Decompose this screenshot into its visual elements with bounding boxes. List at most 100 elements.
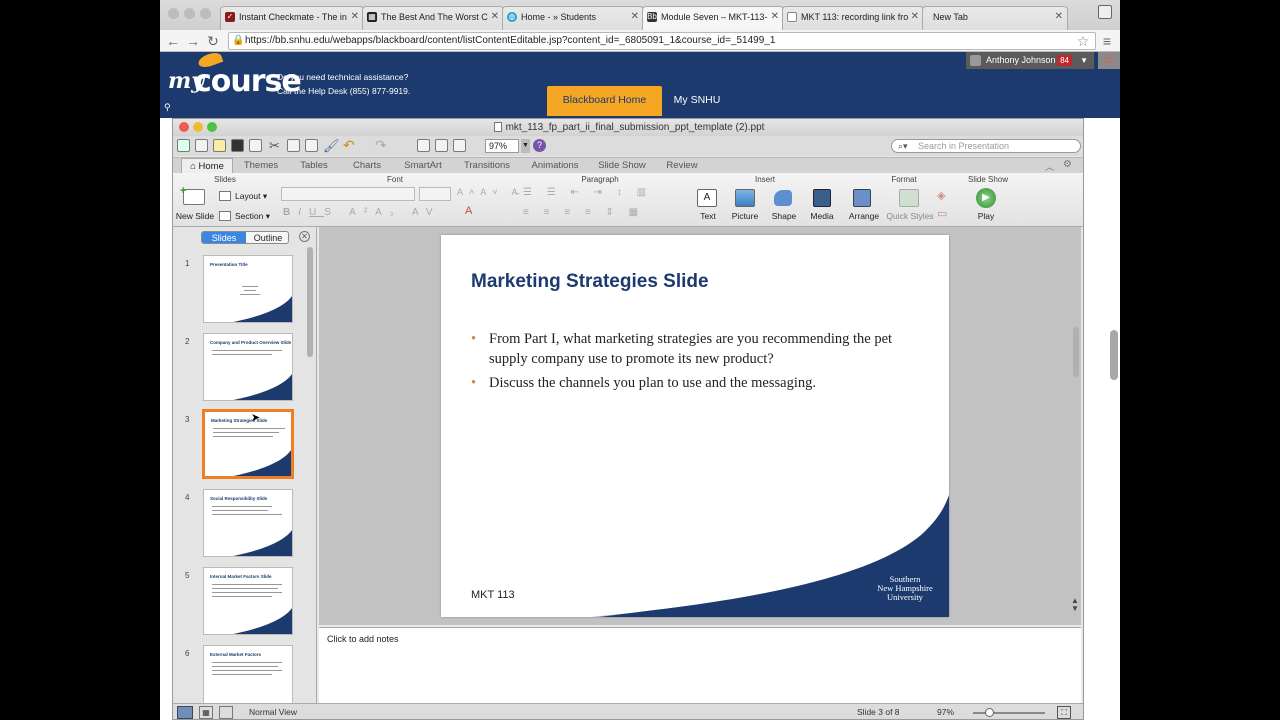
close-window-button[interactable] [179, 122, 189, 132]
new-document-icon[interactable] [177, 139, 190, 152]
close-tab-icon[interactable]: ✕ [911, 11, 919, 22]
slide-thumbnail-4[interactable]: Social Responsibility Slide [203, 489, 293, 557]
minimize-window-button[interactable] [184, 8, 195, 19]
collapse-ribbon-icon[interactable]: ︿ [1045, 160, 1054, 173]
list-indent-icons[interactable]: ☰ ☰ ⇤ ⇥ ↕ ▥ [523, 187, 683, 201]
tab-charts[interactable]: Charts [341, 158, 393, 174]
insert-shape-button[interactable]: Shape [767, 187, 801, 225]
fill-color-icon[interactable]: ◈ ▭ [937, 187, 947, 223]
tab-review[interactable]: Review [657, 158, 707, 174]
close-tab-icon[interactable]: ✕ [351, 11, 359, 22]
search-input[interactable]: ⌕▾ Search in Presentation [891, 139, 1081, 153]
zoom-slider-thumb[interactable] [985, 708, 994, 717]
gallery-icon[interactable] [435, 139, 448, 152]
play-button[interactable]: ▶ Play [969, 187, 1003, 225]
font-style-icons[interactable]: BIUS A²A₂ AV [283, 207, 441, 218]
link-icon[interactable]: ⚲ [164, 102, 171, 113]
insert-picture-button[interactable]: Picture [727, 187, 763, 225]
slide-bullet-2[interactable]: • Discuss the channels you plan to use an… [471, 373, 921, 393]
font-grow-shrink-icons[interactable]: A˄A˅ A̶ [457, 187, 524, 197]
section-button[interactable]: Section ▾ [219, 209, 279, 223]
close-tab-icon[interactable]: ✕ [1055, 11, 1063, 22]
tab-module-seven[interactable]: Bb Module Seven – MKT-113- ✕ [642, 6, 784, 30]
slide-footer[interactable]: MKT 113 [471, 589, 515, 601]
close-tab-icon[interactable]: ✕ [491, 11, 499, 22]
fit-to-window-icon[interactable]: ⛶ [1057, 706, 1071, 719]
tab-new-tab[interactable]: New Tab ✕ [922, 6, 1068, 30]
insert-table-icon[interactable] [417, 139, 430, 152]
slide-title[interactable]: Marketing Strategies Slide [471, 271, 709, 293]
print-icon[interactable] [249, 139, 262, 152]
slide-thumbnail-5[interactable]: Internal Market Factors Slide [203, 567, 293, 635]
logout-icon[interactable]: ⏻ [1098, 52, 1120, 69]
tab-animations[interactable]: Animations [523, 158, 587, 174]
zoom-slider[interactable] [973, 712, 1045, 714]
slide-thumbnail-2[interactable]: Company and Product Overview Slide [203, 333, 293, 401]
chevron-down-icon[interactable]: ▼ [521, 139, 530, 153]
toolbox-icon[interactable] [453, 139, 466, 152]
paste-icon[interactable] [305, 139, 318, 152]
help-icon[interactable]: ? [533, 139, 546, 152]
gear-icon[interactable]: ⚙ [1063, 159, 1072, 170]
tab-tables[interactable]: Tables [289, 158, 339, 174]
tab-transitions[interactable]: Transitions [455, 158, 519, 174]
my-snhu-tab[interactable]: My SNHU [665, 86, 729, 116]
font-name-select[interactable] [281, 187, 415, 201]
blackboard-home-tab[interactable]: Blackboard Home [547, 86, 662, 116]
prev-next-slide-icons[interactable]: ▲ ▼ [1071, 597, 1079, 613]
bookmark-star-icon[interactable]: ☆ [1074, 32, 1092, 50]
presenter-view-icon[interactable] [219, 706, 233, 719]
layout-button[interactable]: Layout ▾ [219, 189, 275, 203]
slide-thumbnail-1[interactable]: Presentation Title [203, 255, 293, 323]
redo-icon[interactable]: ↷ [375, 137, 387, 154]
arrange-button[interactable]: Arrange [845, 187, 881, 225]
new-slide-button[interactable]: + New Slide [176, 185, 214, 225]
quick-styles-button[interactable]: Quick Styles [885, 187, 935, 225]
close-window-button[interactable] [168, 8, 179, 19]
copy-icon[interactable] [287, 139, 300, 152]
tab-outline[interactable]: Outline [246, 232, 288, 243]
undo-icon[interactable]: ↶ [343, 137, 355, 154]
format-painter-icon[interactable]: 🖌 [323, 138, 340, 154]
insert-text-button[interactable]: A Text [693, 187, 723, 225]
cut-icon[interactable]: ✂ [269, 138, 280, 154]
notes-pane[interactable]: Click to add notes [319, 627, 1081, 703]
reload-icon[interactable]: ↻ [204, 32, 222, 50]
font-size-select[interactable] [419, 187, 451, 201]
font-color-icon[interactable]: A [465, 205, 472, 217]
address-bar[interactable]: 🔒 https://bb.snhu.edu/webapps/blackboard… [228, 32, 1096, 50]
tab-best-worst[interactable]: ▦ The Best And The Worst C ✕ [362, 6, 504, 30]
insert-media-button[interactable]: Media [805, 187, 839, 225]
tab-slides[interactable]: Slides [202, 232, 246, 243]
slide-scrollbar[interactable] [1073, 327, 1079, 377]
normal-view-icon[interactable] [177, 706, 193, 719]
slide-bullet-1[interactable]: • From Part I, what marketing strategies … [471, 329, 921, 369]
close-tab-icon[interactable]: ✕ [631, 11, 639, 22]
tab-smartart[interactable]: SmartArt [395, 158, 451, 174]
alignment-icons[interactable]: ≡ ≡ ≡ ≡ ⇕ ▦ [523, 207, 683, 221]
close-tab-icon[interactable]: ✕ [771, 11, 779, 22]
tab-instant-checkmate[interactable]: ✓ Instant Checkmate - The in ✕ [220, 6, 364, 30]
close-panel-icon[interactable]: ✕ [299, 231, 310, 242]
menu-hamburger-icon[interactable]: ≡ [1098, 32, 1116, 50]
forward-arrow-icon[interactable]: → [184, 32, 202, 50]
tab-home-students[interactable]: ◍ Home - » Students ✕ [502, 6, 644, 30]
profile-icon[interactable] [1098, 5, 1112, 19]
open-folder-icon[interactable] [213, 139, 226, 152]
notification-badge[interactable]: 84 [1057, 55, 1072, 66]
minimize-window-button[interactable] [193, 122, 203, 132]
tab-slide-show[interactable]: Slide Show [591, 158, 653, 174]
chevron-down-icon[interactable]: ▼ [1080, 52, 1088, 69]
zoom-window-button[interactable] [200, 8, 211, 19]
save-icon[interactable] [231, 139, 244, 152]
back-arrow-icon[interactable]: ← [164, 32, 182, 50]
zoom-window-button[interactable] [207, 122, 217, 132]
slide-thumbnail-3[interactable]: Marketing Strategies Slide [202, 409, 294, 479]
tab-mkt-recording[interactable]: MKT 113: recording link fro ✕ [782, 6, 924, 30]
slides-panel-scrollbar[interactable] [307, 247, 313, 357]
templates-icon[interactable] [195, 139, 208, 152]
page-scrollbar[interactable] [1110, 330, 1118, 380]
user-menu[interactable]: Anthony Johnson 84 ▼ [966, 52, 1094, 69]
slide-sorter-icon[interactable]: ▦ [199, 706, 213, 719]
tab-themes[interactable]: Themes [235, 158, 287, 174]
